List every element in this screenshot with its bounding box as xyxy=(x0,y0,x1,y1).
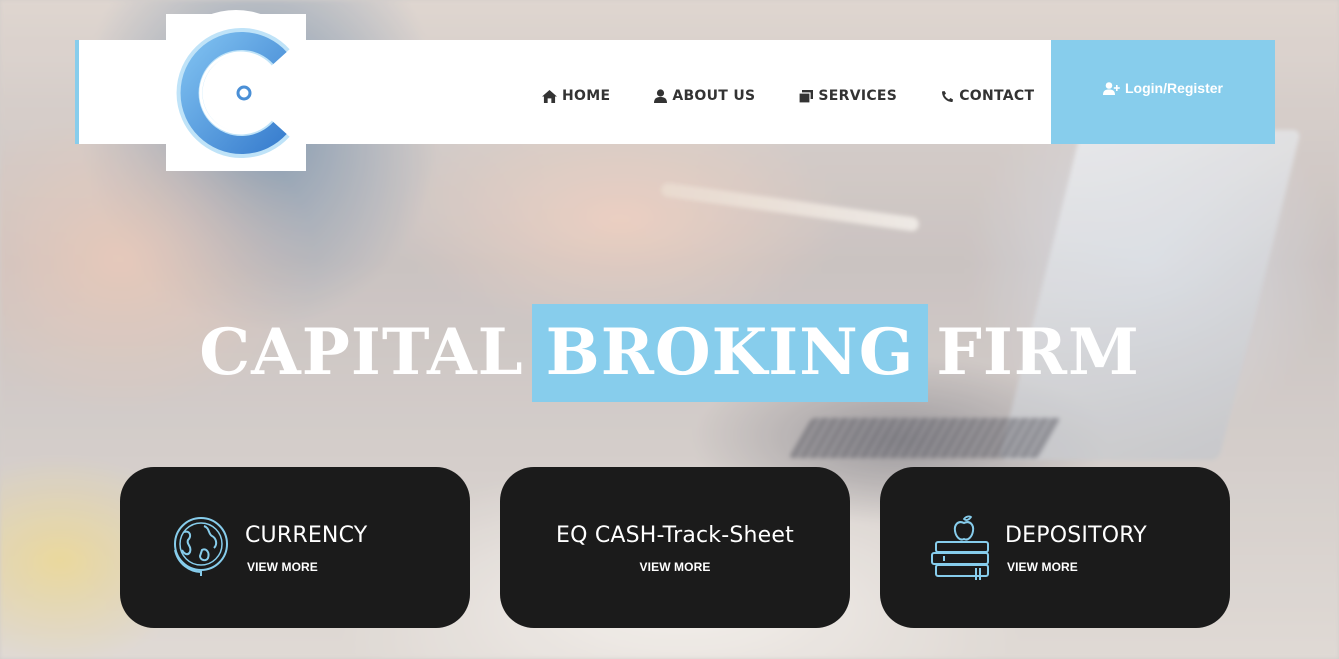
service-card-eq-cash[interactable]: EQ CASH-Track-Sheet VIEW MORE xyxy=(500,467,850,628)
nav-about-label: ABOUT US xyxy=(672,88,756,104)
user-plus-icon xyxy=(1102,81,1120,95)
phone-icon xyxy=(942,90,954,102)
nav-about[interactable]: ABOUT US xyxy=(654,88,755,104)
nav-contact-label: CONTACT xyxy=(959,88,1035,104)
login-register-button[interactable]: Login/Register xyxy=(1051,40,1275,144)
user-icon xyxy=(654,89,668,103)
nav-home[interactable]: HOME xyxy=(542,88,610,104)
card-currency-title: CURRENCY xyxy=(245,523,368,548)
card-currency-view-more[interactable]: VIEW MORE xyxy=(247,560,318,574)
home-icon xyxy=(542,89,557,103)
card-eq-cash-title: EQ CASH-Track-Sheet xyxy=(556,523,794,548)
site-logo[interactable] xyxy=(158,10,314,171)
nav-contact[interactable]: CONTACT xyxy=(941,88,1034,104)
card-depository-view-more[interactable]: VIEW MORE xyxy=(1007,560,1078,574)
service-card-currency[interactable]: CURRENCY VIEW MORE xyxy=(120,467,470,628)
hero-title-part2: FIRM xyxy=(936,315,1140,390)
nav-home-label: HOME xyxy=(562,88,611,104)
main-nav: HOME ABOUT US SERVICES CONTACT xyxy=(542,86,1034,106)
service-card-depository[interactable]: DEPOSITORY VIEW MORE xyxy=(880,467,1230,628)
clone-icon xyxy=(799,89,814,103)
card-depository-title: DEPOSITORY xyxy=(1005,523,1147,548)
hero-title: CAPITAL BROKING FIRM xyxy=(0,304,1339,402)
books-apple-icon xyxy=(931,515,989,580)
login-register-label: Login/Register xyxy=(1124,80,1223,96)
nav-services-label: SERVICES xyxy=(818,88,898,104)
logo-c-icon xyxy=(176,27,290,158)
globe-icon xyxy=(174,517,228,576)
hero-title-highlight: BROKING xyxy=(531,304,929,402)
nav-services[interactable]: SERVICES xyxy=(799,88,897,104)
hero-title-part1: CAPITAL xyxy=(199,315,524,390)
card-eq-cash-view-more[interactable]: VIEW MORE xyxy=(500,560,850,574)
